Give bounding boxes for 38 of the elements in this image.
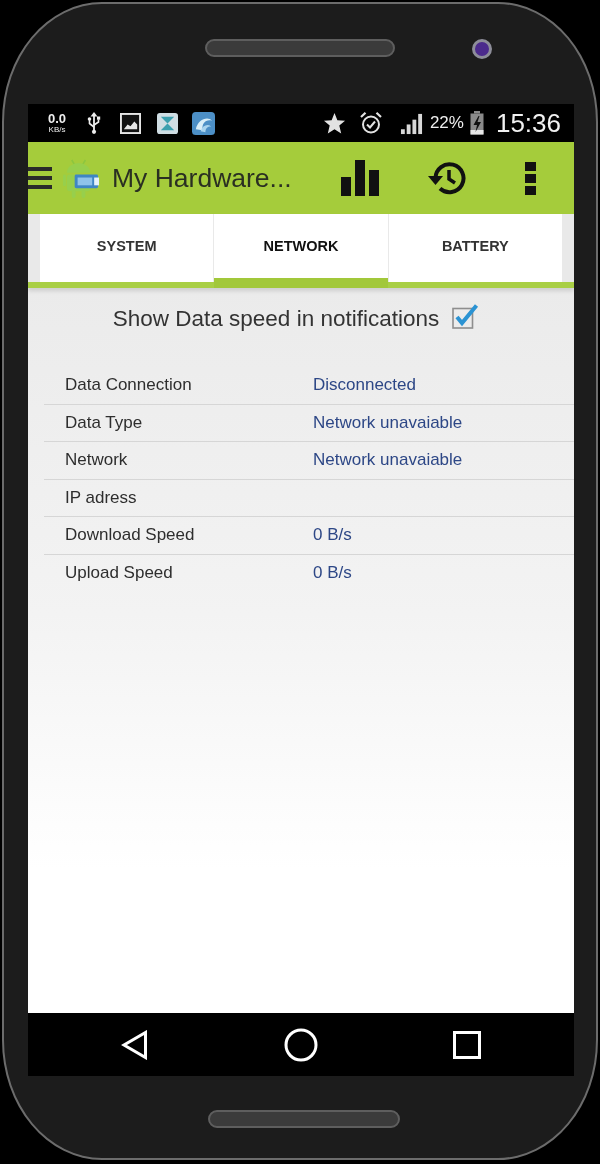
- info-label: IP adress: [65, 487, 137, 508]
- net-speed-value: 0.0: [47, 112, 67, 125]
- info-label: Data Type: [65, 412, 143, 433]
- home-icon[interactable]: [284, 1027, 318, 1062]
- battery-charging-icon: [469, 111, 484, 135]
- info-value: Disconnected: [313, 374, 416, 395]
- recents-icon[interactable]: [453, 1030, 481, 1059]
- info-value: Network unavaiable: [313, 412, 463, 433]
- android-robot-icon: [63, 157, 100, 199]
- tab[interactable]: NETWORK: [214, 214, 388, 288]
- history-icon[interactable]: [427, 159, 467, 197]
- info-label: Network: [65, 450, 128, 471]
- tab[interactable]: SYSTEM: [40, 214, 214, 288]
- signal-icon: [399, 111, 423, 135]
- hourglass-tile-icon: [157, 112, 178, 134]
- checkbox[interactable]: [451, 302, 480, 330]
- swirl-tile-icon: [192, 111, 215, 135]
- bar-chart-icon[interactable]: [341, 160, 379, 196]
- info-label: Download Speed: [65, 525, 195, 546]
- star-icon: [322, 111, 346, 135]
- info-value: 0 B/s: [313, 525, 352, 546]
- back-icon[interactable]: [121, 1029, 149, 1060]
- more-options-icon[interactable]: [525, 161, 536, 195]
- alarm-clock-icon: [358, 111, 383, 135]
- usb-icon: [87, 112, 101, 134]
- notification-setting-label: Show Data speed in notifications: [112, 306, 440, 332]
- battery-percent: 22%: [429, 113, 464, 133]
- info-value: 0 B/s: [313, 562, 352, 583]
- image-icon: [120, 112, 141, 134]
- app-title: My Hardware...: [112, 162, 292, 194]
- info-label: Data Connection: [65, 374, 192, 395]
- net-speed-unit: KB/s: [48, 126, 66, 134]
- info-value: Network unavaiable: [313, 450, 463, 471]
- info-label: Upload Speed: [65, 562, 173, 583]
- menu-icon[interactable]: [28, 167, 52, 189]
- clock-time: 15:36: [495, 107, 561, 139]
- tab[interactable]: BATTERY: [388, 214, 562, 288]
- front-camera-icon: [472, 39, 492, 59]
